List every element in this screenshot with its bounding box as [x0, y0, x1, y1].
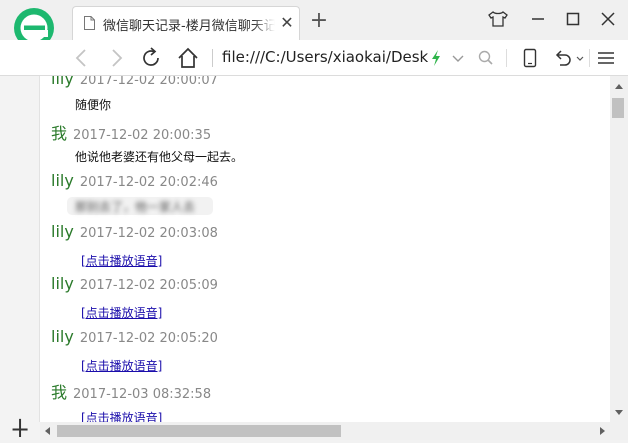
back-arrow-icon[interactable] [70, 46, 94, 70]
chevron-down-icon[interactable] [451, 48, 465, 68]
sender-name: lily [51, 327, 74, 346]
message-header: lily 2017-12-02 20:05:09 [51, 274, 218, 298]
search-icon[interactable] [477, 48, 495, 68]
sidebar-panel [0, 76, 40, 422]
play-voice-link[interactable]: [点击播放语音] [81, 304, 162, 321]
sender-name: lily [51, 222, 74, 241]
message-header: 我 2017-12-02 20:00:35 [51, 120, 211, 144]
message-text: 那别去了，他一家人去 [75, 200, 196, 214]
sender-name: 我 [51, 124, 68, 143]
play-voice-link[interactable]: [点击播放语音] [81, 409, 162, 422]
play-voice-link[interactable]: [点击播放语音] [81, 357, 162, 374]
vertical-scroll-thumb[interactable] [612, 98, 624, 118]
close-tab-button[interactable]: ✕ [278, 14, 296, 32]
home-icon[interactable] [176, 46, 200, 70]
menu-hamburger-icon[interactable] [596, 48, 616, 68]
message-header: 我 2017-12-03 08:32:58 [51, 379, 211, 403]
add-panel-button[interactable]: + [10, 417, 30, 441]
message-timestamp: 2017-12-02 20:00:07 [79, 76, 218, 88]
play-voice-link[interactable]: [点击播放语音] [81, 252, 162, 269]
horizontal-scroll-thumb[interactable] [57, 425, 341, 437]
speed-mode-bolt-icon[interactable] [429, 48, 443, 68]
message-header: lily 2017-12-02 20:03:08 [51, 222, 218, 246]
skin-shirt-icon[interactable] [484, 8, 512, 30]
scroll-down-arrow-icon[interactable] [615, 410, 623, 415]
address-bar[interactable]: file:///C:/Users/xiaokai/Deskt [222, 48, 428, 66]
maximize-icon[interactable] [559, 8, 587, 30]
message-timestamp: 2017-12-02 20:00:35 [73, 128, 212, 143]
sender-name: lily [51, 76, 74, 88]
chat-log: lily 2017-12-02 20:00:07 随便你 我 2017-12-02 … [51, 76, 610, 422]
message-header: lily 2017-12-02 20:02:46 [51, 171, 218, 195]
scroll-up-arrow-icon[interactable] [615, 84, 623, 89]
forward-arrow-icon[interactable] [104, 46, 128, 70]
tab-title: 微信聊天记录-楼月微信聊天记录 [103, 19, 275, 34]
undo-dropdown-chevron-icon[interactable] [576, 48, 584, 68]
scroll-left-arrow-icon[interactable] [45, 427, 50, 435]
message-text: 随便你 [75, 98, 112, 112]
undo-icon[interactable] [553, 48, 573, 68]
new-tab-button[interactable]: + [308, 10, 330, 32]
message-timestamp: 2017-12-02 20:02:46 [79, 175, 218, 190]
sender-name: lily [51, 171, 74, 190]
navigation-toolbar: file:///C:/Users/xiaokai/Deskt [0, 40, 628, 76]
close-window-icon[interactable] [594, 8, 622, 30]
message-timestamp: 2017-12-02 20:03:08 [79, 226, 218, 241]
vertical-scrollbar[interactable] [610, 76, 628, 422]
message-timestamp: 2017-12-02 20:05:09 [79, 278, 218, 293]
refresh-icon[interactable] [139, 46, 163, 70]
sender-name: lily [51, 274, 74, 293]
page-content: lily 2017-12-02 20:00:07 随便你 我 2017-12-02 … [0, 76, 610, 422]
document-icon [84, 16, 95, 30]
message-text: 他说他老婆还有他父母一起去。 [75, 150, 244, 164]
sender-name: 我 [51, 383, 68, 402]
minimize-icon[interactable] [524, 8, 552, 30]
mobile-device-icon[interactable] [522, 48, 538, 68]
blurred-message: 那别去了，他一家人去 [67, 197, 213, 215]
message-timestamp: 2017-12-02 20:05:20 [79, 331, 218, 346]
message-header: lily 2017-12-02 20:00:07 [51, 76, 218, 93]
browser-tab-active[interactable]: 微信聊天记录-楼月微信聊天记录 ✕ [72, 6, 300, 40]
scroll-right-arrow-icon[interactable] [600, 427, 605, 435]
message-header: lily 2017-12-02 20:05:20 [51, 327, 218, 351]
message-timestamp: 2017-12-03 08:32:58 [73, 387, 212, 402]
